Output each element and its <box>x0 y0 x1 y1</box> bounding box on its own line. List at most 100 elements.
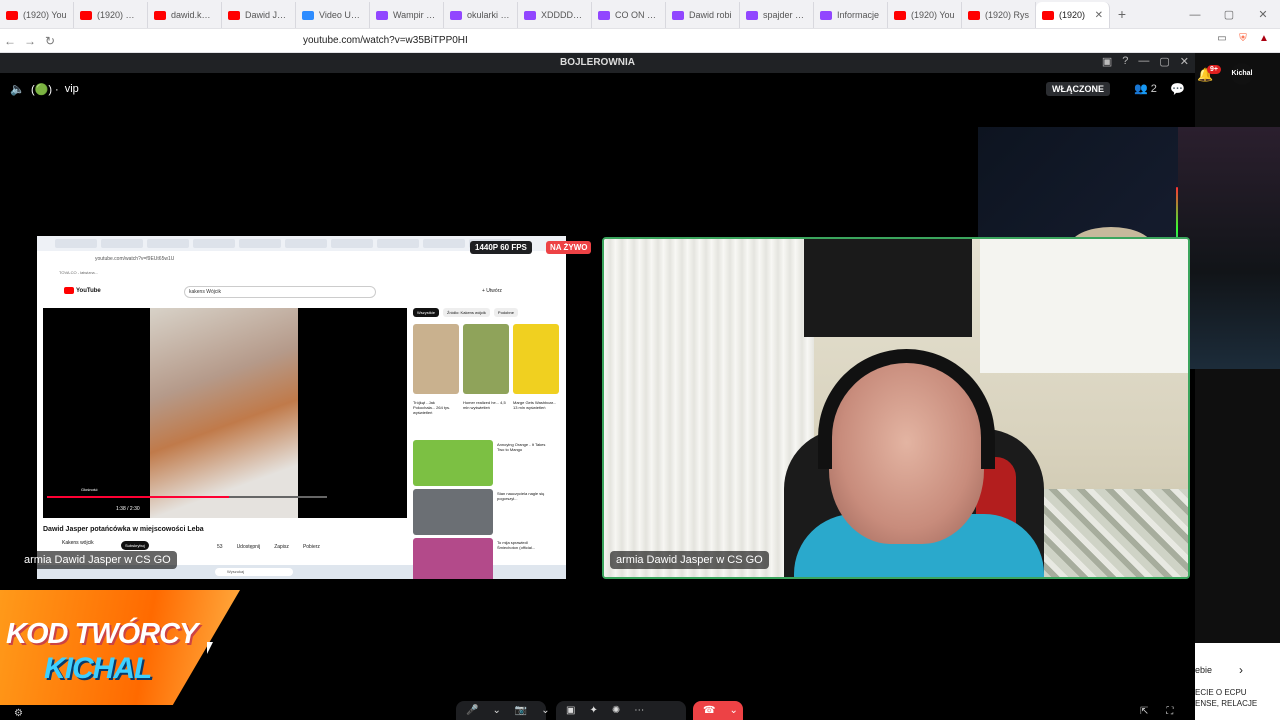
short-thumbnail <box>513 324 559 394</box>
short-title: Marge Gets Washboar... 13 mln wyświetleń <box>513 400 557 410</box>
background-shelf <box>1178 127 1280 369</box>
back-icon[interactable]: ← <box>0 34 20 48</box>
camera-icon[interactable]: 📷 <box>515 705 527 716</box>
tab-label: spajder ma <box>763 10 807 20</box>
tab-label: Video Unav <box>319 10 363 20</box>
minimize-icon[interactable]: — <box>1178 9 1212 21</box>
youtube-play-icon <box>64 287 74 294</box>
share-tile-label: armia Dawid Jasper w CS GO <box>18 551 177 569</box>
shared-tab <box>285 239 327 248</box>
browser-tab[interactable]: okularki - T <box>444 2 518 28</box>
rec-thumbnail <box>413 440 493 486</box>
browser-tab[interactable]: Video Unav <box>296 2 370 28</box>
shared-tab <box>55 239 97 248</box>
video-time: 1:38 / 2:30 <box>116 506 140 512</box>
tab-favicon-icon <box>6 10 18 20</box>
notification-badge: 9+ <box>1207 65 1221 74</box>
creator-code-label: KOD TWÓRCY <box>6 618 198 650</box>
browser-tab[interactable]: Dawid Jasp <box>222 2 296 28</box>
browser-tab[interactable]: spajder ma <box>740 2 814 28</box>
screen-share-icon[interactable]: ▣ <box>566 705 575 716</box>
browser-tab[interactable]: (1920) Miki <box>74 2 148 28</box>
wall-tv <box>804 239 972 337</box>
browser-tab[interactable]: (1920) You <box>888 2 962 28</box>
shared-tab <box>193 239 235 248</box>
browser-tab[interactable]: (1920) Rys <box>962 2 1036 28</box>
tab-favicon-icon <box>968 10 980 20</box>
chevron-down-icon[interactable]: ⌄ <box>541 705 549 716</box>
forward-icon[interactable]: → <box>20 34 40 48</box>
browser-tab[interactable]: (1920) You <box>0 2 74 28</box>
lace-curtain <box>604 239 814 577</box>
browser-tab[interactable]: CO ON PO <box>592 2 666 28</box>
brave-shield-icon[interactable]: ⛨ <box>1237 33 1249 47</box>
tab-favicon-icon <box>598 10 610 20</box>
browser-tab[interactable]: dawid.kami <box>148 2 222 28</box>
browser-tab[interactable]: Dawid robi <box>666 2 740 28</box>
url-field[interactable]: youtube.com/watch?v=w35BiTPP0HI <box>303 35 468 46</box>
rewards-icon[interactable]: ▲ <box>1258 33 1270 47</box>
activities-icon[interactable]: ✦ <box>589 705 597 716</box>
tab-favicon-icon <box>154 10 166 20</box>
camera-tile[interactable] <box>602 237 1190 579</box>
shared-tab <box>331 239 373 248</box>
side-card: ebie › ECIE O ECPU ENSE, RELACJE <box>1195 643 1280 720</box>
rec-title: Stan nauczyciela nagle się pogorszył... <box>497 491 545 501</box>
reload-icon[interactable]: ↻ <box>40 34 60 48</box>
browser-tab[interactable]: Informacje <box>814 2 888 28</box>
cast-icon[interactable]: ▭ <box>1216 33 1228 47</box>
maximize-icon[interactable]: ▢ <box>1159 55 1169 68</box>
help-icon[interactable]: ? <box>1122 55 1128 68</box>
tab-favicon-icon <box>820 10 832 20</box>
chevron-down-icon[interactable]: ⌄ <box>729 705 737 716</box>
status-toggle-button[interactable]: WŁĄCZONE <box>1046 82 1110 96</box>
youtube-header: YouTube kakens Wójcik + Utwórz <box>37 283 566 301</box>
bed <box>1044 489 1188 577</box>
shared-tab <box>239 239 281 248</box>
tab-favicon-icon <box>228 10 240 20</box>
save-button: Zapisz <box>274 544 289 550</box>
tab-label: CO ON PO <box>615 10 659 20</box>
inbox-icon[interactable]: ▣ <box>1102 55 1112 68</box>
video-title: Dawid Jasper potańcówka w miejscowości L… <box>43 526 204 533</box>
tab-label: (1920) Miki <box>97 10 141 20</box>
tab-label: (1920) You <box>911 10 955 20</box>
chevron-down-icon[interactable]: ⌄ <box>492 705 500 716</box>
shared-url: youtube.com/watch?v=f9EUt65w1U <box>95 256 175 262</box>
short-thumbnail <box>463 324 509 394</box>
disconnect-button[interactable]: ☎ ⌄ <box>693 701 743 720</box>
tab-favicon-icon <box>450 10 462 20</box>
close-icon[interactable]: ✕ <box>1180 55 1189 68</box>
browser-tab[interactable]: Wampir wa <box>370 2 444 28</box>
view-controls: ⇱ ⛶ <box>1140 706 1173 717</box>
participants-button[interactable]: 👥 2 <box>1134 82 1157 95</box>
close-tab-icon[interactable]: ✕ <box>1095 10 1103 21</box>
screen-share-tile[interactable]: youtube.com/watch?v=f9EUt65w1U TOVA.CO -… <box>37 236 566 579</box>
tab-label: Dawid robi <box>689 10 732 20</box>
side-card-text: ebie <box>1195 665 1213 675</box>
phone-hangup-icon[interactable]: ☎ <box>703 705 715 716</box>
tab-label: (1920) Rys <box>985 10 1029 20</box>
mic-icon[interactable]: 🎤 <box>466 705 478 716</box>
browser-tab[interactable]: XDDDDDDD <box>518 2 592 28</box>
chevron-right-icon[interactable]: › <box>1239 663 1243 677</box>
fullscreen-icon[interactable]: ⛶ <box>1166 706 1173 717</box>
new-tab-button[interactable]: + <box>1110 6 1134 22</box>
filter-chips: Wszystkie Źródło: Kakens wójcik Podobne <box>413 308 518 317</box>
tab-label: Dawid Jasp <box>245 10 289 20</box>
quality-badge: 1440P 60 FPS <box>470 241 532 254</box>
minimize-icon[interactable]: — <box>1138 55 1149 68</box>
more-icon[interactable]: ⋯ <box>634 705 644 716</box>
rec-thumbnail <box>413 489 493 535</box>
settings-icon[interactable]: ⚙ <box>14 708 23 719</box>
filter-chip: Podobne <box>493 308 518 317</box>
avatar[interactable]: Kichal <box>1231 63 1253 85</box>
maximize-icon[interactable]: ▢ <box>1212 8 1246 21</box>
chat-icon[interactable]: 💬 <box>1170 82 1185 96</box>
browser-tab[interactable]: (1920) ✕ <box>1036 2 1110 28</box>
side-card-text2: ECIE O ECPU ENSE, RELACJE <box>1195 688 1258 708</box>
window-controls: — ▢ ✕ <box>1178 0 1280 29</box>
soundboard-icon[interactable]: ✺ <box>612 705 620 716</box>
close-window-icon[interactable]: ✕ <box>1246 8 1280 21</box>
popout-icon[interactable]: ⇱ <box>1140 706 1148 717</box>
